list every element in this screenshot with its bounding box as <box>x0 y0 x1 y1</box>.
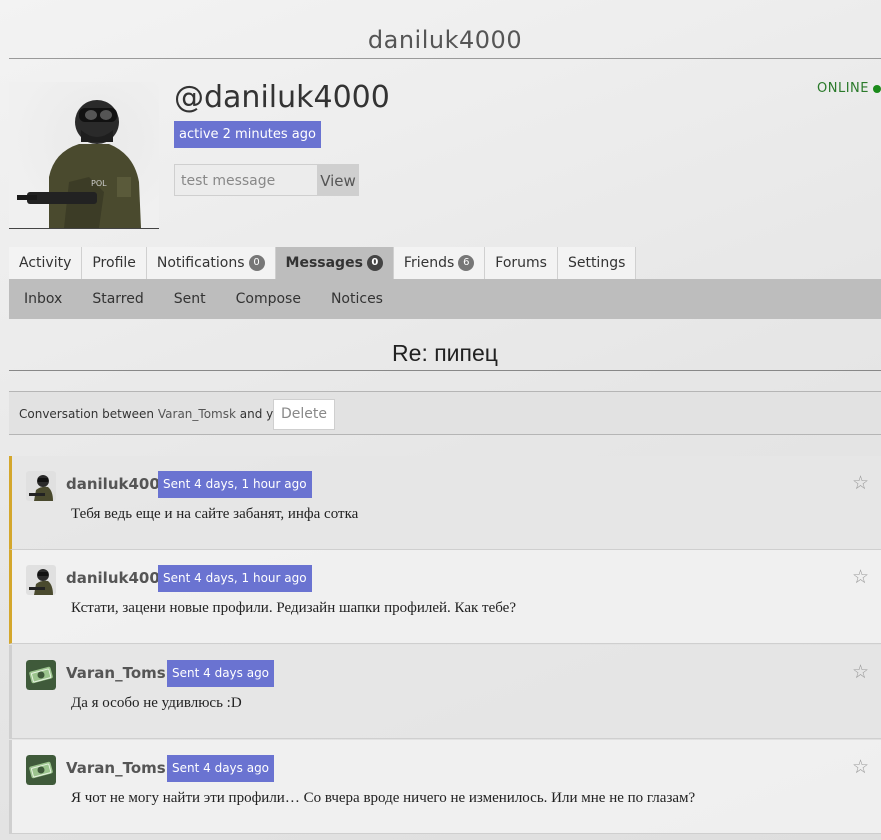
message-author[interactable]: daniluk4000 <box>66 569 170 587</box>
page-title: daniluk4000 <box>367 26 523 54</box>
message-author[interactable]: Varan_Tomsk <box>66 759 176 777</box>
tab-label: Messages <box>285 255 363 271</box>
view-button[interactable]: View <box>317 164 359 196</box>
tab-profile[interactable]: Profile <box>82 247 147 279</box>
sent-time-badge: Sent 4 days ago <box>167 660 275 687</box>
subnav-notices[interactable]: Notices <box>331 291 383 307</box>
message-text: Я чот не могу найти эти профили… Со вчер… <box>71 790 696 806</box>
money-avatar-icon <box>26 660 56 690</box>
tab-label: Forums <box>495 255 547 271</box>
online-dot-icon <box>873 84 881 93</box>
count-badge: 0 <box>366 255 383 271</box>
online-label: ONLINE <box>817 81 869 96</box>
profile-tabs: Activity Profile Notifications 0 Messages… <box>9 247 637 279</box>
tab-friends[interactable]: Friends 6 <box>393 247 486 279</box>
tab-label: Activity <box>19 255 72 271</box>
divider <box>9 370 881 371</box>
tab-label: Profile <box>92 255 136 271</box>
count-badge: 0 <box>248 255 265 271</box>
message-item: Varan_Tomsk Sent 4 days ago Я чот не мог… <box>9 740 881 834</box>
profile-handle: @daniluk4000 <box>174 80 390 115</box>
svg-text:POL: POL <box>91 179 107 188</box>
star-icon[interactable]: ☆ <box>852 661 869 683</box>
messages-subnav: Inbox Starred Sent Compose Notices <box>9 279 881 319</box>
divider <box>9 58 881 59</box>
online-status: ONLINE <box>817 81 881 96</box>
tab-label: Settings <box>567 255 626 271</box>
tab-label: Friends <box>403 255 455 271</box>
message-author[interactable]: daniluk4000 <box>66 475 170 493</box>
soldier-avatar-icon <box>26 565 56 595</box>
subnav-compose[interactable]: Compose <box>236 291 301 307</box>
message-item: daniluk4000 Sent 4 days, 1 hour ago Тебя… <box>9 456 881 550</box>
star-icon[interactable]: ☆ <box>852 566 869 588</box>
message-text: Тебя ведь еще и на сайте забанят, инфа с… <box>71 506 359 522</box>
tab-label: Notifications <box>156 255 245 271</box>
message-avatar[interactable] <box>26 660 56 690</box>
soldier-avatar-icon: POL <box>17 100 141 228</box>
delete-button[interactable]: Delete <box>273 399 335 430</box>
last-active-badge: active 2 minutes ago <box>174 121 321 148</box>
sent-time-badge: Sent 4 days, 1 hour ago <box>158 565 312 592</box>
soldier-avatar-icon <box>26 471 56 501</box>
star-icon[interactable]: ☆ <box>852 472 869 494</box>
message-avatar[interactable] <box>26 471 56 501</box>
message-text: Кстати, зацени новые профили. Редизайн ш… <box>71 600 516 616</box>
profile-avatar[interactable]: POL <box>9 82 159 229</box>
sent-time-badge: Sent 4 days ago <box>167 755 275 782</box>
tab-forums[interactable]: Forums <box>485 247 558 279</box>
thread-title: Re: пипец <box>392 340 498 366</box>
subnav-starred[interactable]: Starred <box>92 291 143 307</box>
count-badge: 6 <box>458 255 475 271</box>
message-avatar[interactable] <box>26 755 56 785</box>
tab-settings[interactable]: Settings <box>557 247 637 279</box>
conversation-info: Conversation between Varan_Tomsk and you… <box>19 407 292 421</box>
tab-activity[interactable]: Activity <box>9 247 83 279</box>
conversation-bar: Conversation between Varan_Tomsk and you… <box>9 391 881 435</box>
sent-time-badge: Sent 4 days, 1 hour ago <box>158 471 312 498</box>
message-item: Varan_Tomsk Sent 4 days ago Да я особо н… <box>9 645 881 739</box>
status-message-field[interactable]: test message <box>174 164 318 196</box>
tab-notifications[interactable]: Notifications 0 <box>146 247 276 279</box>
money-avatar-icon <box>26 755 56 785</box>
conversation-prefix: Conversation between <box>19 407 155 421</box>
subnav-inbox[interactable]: Inbox <box>24 291 62 307</box>
message-author[interactable]: Varan_Tomsk <box>66 664 176 682</box>
subnav-sent[interactable]: Sent <box>174 291 206 307</box>
message-item: daniluk4000 Sent 4 days, 1 hour ago Кста… <box>9 550 881 644</box>
message-text: Да я особо не удивлюсь :D <box>71 695 242 711</box>
tab-messages[interactable]: Messages 0 <box>275 247 394 279</box>
participant-link[interactable]: Varan_Tomsk <box>158 407 236 421</box>
star-icon[interactable]: ☆ <box>852 756 869 778</box>
message-avatar[interactable] <box>26 565 56 595</box>
